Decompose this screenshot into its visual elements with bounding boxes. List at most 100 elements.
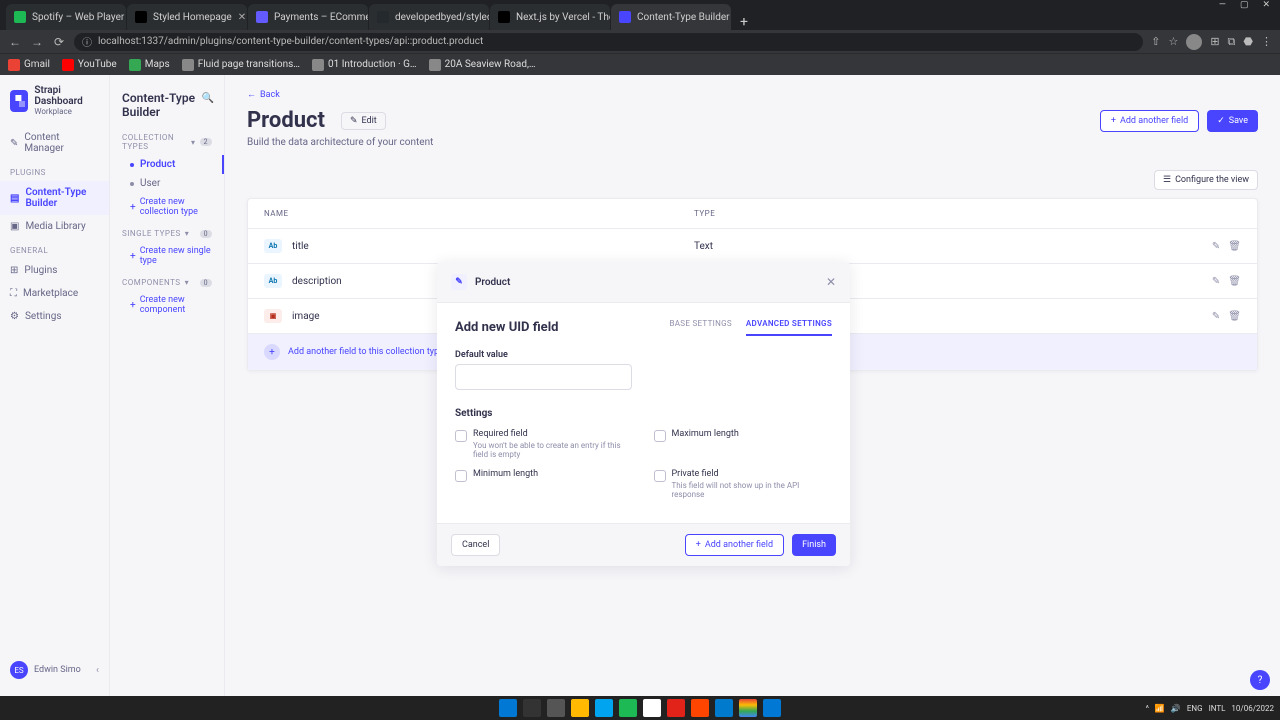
puzzle-icon: ⊞	[10, 265, 18, 276]
min-length-option[interactable]: Minimum length	[455, 469, 634, 499]
checkbox[interactable]	[654, 430, 666, 442]
browser-tab[interactable]: Spotify – Web Player✕	[6, 4, 126, 30]
taskview-icon[interactable]	[547, 699, 565, 717]
browser-tab[interactable]: Next.js by Vercel - The React Fra…✕	[490, 4, 610, 30]
bookmark-item[interactable]: Gmail	[8, 59, 50, 71]
group-label: COLLECTION TYPES	[122, 133, 187, 151]
minimize-icon[interactable]: —	[1219, 0, 1226, 14]
browser-tab[interactable]: Content-Type Builder✕	[611, 4, 731, 30]
site-info-icon[interactable]: ⓘ	[82, 34, 92, 49]
tab-base-settings[interactable]: BASE SETTINGS	[669, 319, 731, 336]
tray-kbd[interactable]: INTL	[1209, 704, 1226, 713]
bookmark-item[interactable]: 20A Seaview Road,…	[429, 59, 536, 71]
nav-forward-icon[interactable]: →	[30, 35, 44, 49]
tray-volume-icon[interactable]: 🔊	[1171, 704, 1181, 713]
browser-tab[interactable]: Payments – ECommerce – Strip…✕	[248, 4, 368, 30]
group-components[interactable]: COMPONENTS ▾ 0	[110, 270, 224, 291]
share-icon[interactable]: ⇧	[1151, 35, 1160, 48]
edit-field-icon[interactable]: ✎	[1212, 241, 1220, 252]
create-single-type[interactable]: + Create new single type	[110, 242, 224, 270]
save-button[interactable]: ✓ Save	[1207, 110, 1258, 132]
nav-ctb[interactable]: ▤ Content-Type Builder	[0, 181, 109, 215]
finish-button[interactable]: Finish	[792, 534, 836, 556]
button-label: Add another field	[1120, 116, 1188, 126]
sidebar-item-product[interactable]: Product	[110, 155, 224, 174]
app-icon[interactable]	[643, 699, 661, 717]
private-field-option[interactable]: Private field This field will not show u…	[654, 469, 833, 499]
vscode-icon[interactable]	[715, 699, 733, 717]
help-bubble[interactable]: ?	[1250, 670, 1270, 690]
favicon-icon	[62, 59, 74, 71]
user-avatar[interactable]: ES	[10, 661, 28, 679]
check-label: Required field	[473, 429, 634, 439]
favicon-icon	[14, 11, 26, 23]
extensions-icon[interactable]: ⊞	[1210, 35, 1219, 48]
extension-icon-2[interactable]: ⬣	[1243, 35, 1253, 48]
bookmark-item[interactable]: YouTube	[62, 59, 117, 71]
group-collection-types[interactable]: COLLECTION TYPES ▾ 2	[110, 125, 224, 155]
add-another-field-button-modal[interactable]: + Add another field	[685, 534, 784, 556]
nav-reload-icon[interactable]: ⟳	[52, 35, 66, 49]
search-icon[interactable]: 🔍	[202, 93, 214, 104]
url-bar[interactable]: ⓘ localhost:1337/admin/plugins/content-t…	[74, 33, 1143, 51]
close-icon[interactable]: ✕	[826, 275, 836, 289]
close-tab-icon[interactable]: ✕	[238, 12, 246, 23]
delete-field-icon[interactable]: 🗑	[1228, 311, 1241, 322]
bookmark-star-icon[interactable]: ☆	[1168, 35, 1178, 48]
bookmark-item[interactable]: Fluid page transitions…	[182, 59, 300, 71]
explorer-icon[interactable]	[571, 699, 589, 717]
max-length-option[interactable]: Maximum length	[654, 429, 833, 459]
configure-view-button[interactable]: ☰ Configure the view	[1154, 170, 1258, 190]
nav-settings[interactable]: ⚙ Settings	[0, 305, 109, 328]
browser-tab[interactable]: developedbyed/styled-fronten…✕	[369, 4, 489, 30]
extension-icon[interactable]: ⧉	[1228, 35, 1236, 49]
tab-advanced-settings[interactable]: ADVANCED SETTINGS	[746, 319, 832, 336]
required-field-option[interactable]: Required field You won't be able to crea…	[455, 429, 634, 459]
app-icon[interactable]	[691, 699, 709, 717]
delete-field-icon[interactable]: 🗑	[1228, 276, 1241, 287]
edit-field-icon[interactable]: ✎	[1212, 311, 1220, 322]
app-icon[interactable]	[667, 699, 685, 717]
chrome-icon[interactable]	[739, 699, 757, 717]
favicon-icon	[256, 11, 268, 23]
check-icon: ✓	[1217, 116, 1225, 126]
edit-field-icon[interactable]: ✎	[1212, 276, 1220, 287]
start-icon[interactable]	[499, 699, 517, 717]
tray-lang[interactable]: ENG	[1187, 704, 1203, 713]
spotify-icon[interactable]	[619, 699, 637, 717]
checkbox[interactable]	[455, 470, 467, 482]
search-taskbar-icon[interactable]	[523, 699, 541, 717]
app-icon[interactable]	[763, 699, 781, 717]
system-tray[interactable]: ^ 📶 🔊 ENG INTL 10/06/2022	[1146, 696, 1274, 720]
bookmark-item[interactable]: 01 Introduction · G…	[312, 59, 417, 71]
group-single-types[interactable]: SINGLE TYPES ▾ 0	[110, 221, 224, 242]
tray-date[interactable]: 10/06/2022	[1231, 704, 1274, 713]
create-component[interactable]: + Create new component	[110, 291, 224, 319]
add-another-field-button[interactable]: + Add another field	[1100, 110, 1199, 132]
menu-icon[interactable]: ⋮	[1261, 35, 1272, 48]
back-link[interactable]: ← Back	[247, 89, 1258, 100]
checkbox[interactable]	[455, 430, 467, 442]
delete-field-icon[interactable]: 🗑	[1228, 241, 1241, 252]
tray-chevron-icon[interactable]: ^	[1146, 704, 1149, 713]
collapse-nav-icon[interactable]: ‹	[96, 665, 99, 676]
sidebar-item-user[interactable]: User	[110, 174, 224, 193]
app-icon[interactable]	[595, 699, 613, 717]
nav-media[interactable]: ▣ Media Library	[0, 215, 109, 238]
nav-plugins[interactable]: ⊞ Plugins	[0, 259, 109, 282]
default-value-input[interactable]	[455, 364, 632, 390]
tray-wifi-icon[interactable]: 📶	[1155, 704, 1165, 713]
create-collection-type[interactable]: + Create new collection type	[110, 193, 224, 221]
close-window-icon[interactable]: ✕	[1262, 0, 1270, 14]
cancel-button[interactable]: Cancel	[451, 534, 500, 556]
bookmark-item[interactable]: Maps	[129, 59, 170, 71]
nav-back-icon[interactable]: ←	[8, 35, 22, 49]
nav-marketplace[interactable]: ⛶ Marketplace	[0, 282, 109, 305]
browser-tab[interactable]: Styled Homepage✕	[127, 4, 247, 30]
edit-button[interactable]: ✎ Edit	[341, 112, 386, 130]
nav-content-manager[interactable]: ✎ Content Manager	[0, 126, 109, 160]
profile-avatar[interactable]	[1186, 34, 1202, 50]
new-tab-button[interactable]: +	[732, 14, 756, 30]
checkbox[interactable]	[654, 470, 666, 482]
maximize-icon[interactable]: ▢	[1240, 0, 1249, 14]
